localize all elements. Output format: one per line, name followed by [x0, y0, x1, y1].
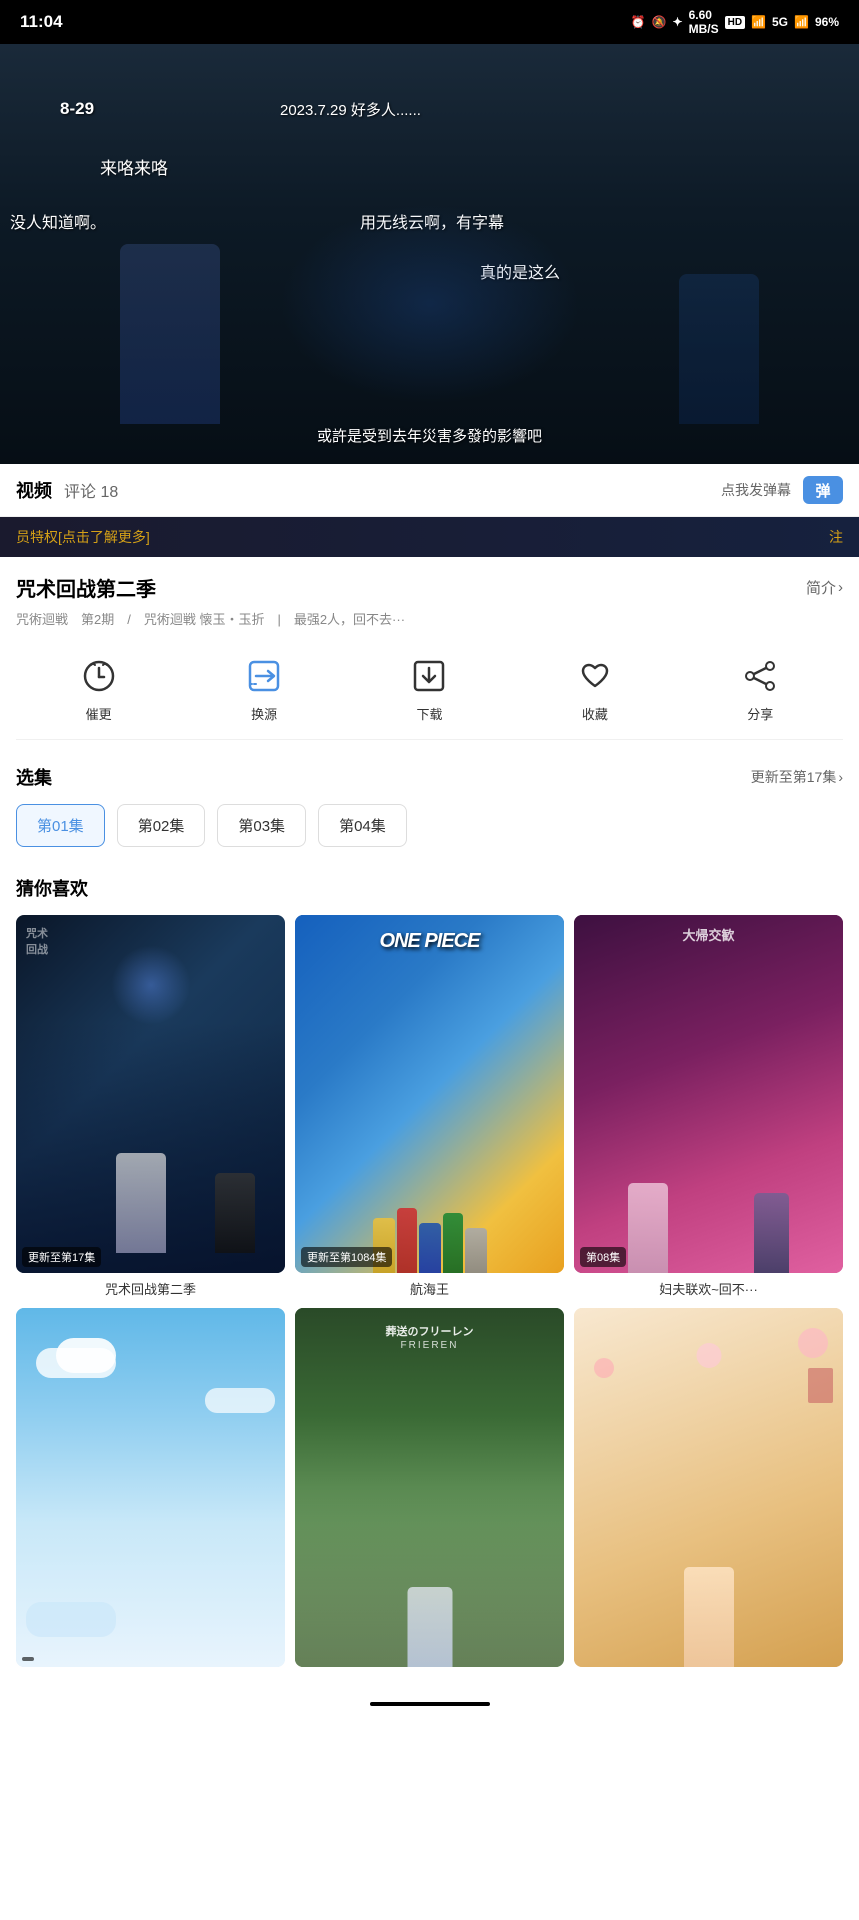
danmaku-icon[interactable]: 弹	[803, 476, 843, 504]
recommend-item-sky[interactable]	[16, 1308, 285, 1673]
episode-section: 选集 更新至第17集 › 第01集 第02集 第03集 第04集	[0, 748, 859, 867]
switch-source-icon	[242, 654, 286, 698]
recommend-item-onepiece[interactable]: ONE PIECE 更新至第1084集 航海王	[295, 915, 564, 1299]
collect-icon	[573, 654, 617, 698]
member-banner-right: 注	[829, 527, 843, 547]
wifi-icon: 📶	[751, 15, 766, 29]
collect-button[interactable]: 收藏	[573, 654, 617, 723]
onepiece-badge: 更新至第1084集	[301, 1247, 392, 1267]
jujutsu-badge: 更新至第17集	[22, 1247, 101, 1267]
collect-label: 收藏	[582, 704, 608, 723]
signal-bars-icon: 📶	[794, 15, 809, 29]
video-subtitle: 或許是受到去年災害多發的影響吧	[0, 425, 859, 446]
share-button[interactable]: 分享	[738, 654, 782, 723]
hd-badge: HD	[725, 16, 745, 29]
status-icons: ⏰ 🔕 ✦ 6.60MB/S HD 📶 5G 📶 96%	[631, 8, 839, 36]
episode-02-button[interactable]: 第02集	[117, 804, 206, 847]
recommend-section: 猜你喜欢 咒术回战 更新至第17集 咒术回战第二季	[0, 867, 859, 1689]
sky-badge	[22, 1657, 34, 1661]
bottom-bar	[0, 1689, 859, 1719]
episode-01-button[interactable]: 第01集	[16, 804, 105, 847]
recommend-thumb-anime4	[574, 1308, 843, 1667]
episode-list: 第01集 第02集 第03集 第04集	[16, 804, 843, 851]
switch-source-button[interactable]: 换源	[242, 654, 286, 723]
fufu-name: 妇夫联欢~回不···	[574, 1279, 843, 1298]
signal-5g-icon: 5G	[772, 15, 788, 29]
video-tabs-bar: 视频 评论 18 点我发弹幕 弹	[0, 464, 859, 517]
danmaku-item: 8-29	[60, 99, 94, 119]
remind-button[interactable]: 催更	[77, 654, 121, 723]
switch-source-label: 换源	[251, 704, 277, 723]
episode-title: 选集	[16, 764, 52, 790]
recommend-thumb-jujutsu: 咒术回战 更新至第17集	[16, 915, 285, 1274]
recommend-item-anime4[interactable]	[574, 1308, 843, 1673]
download-icon	[407, 654, 451, 698]
bluetooth-icon: ✦	[673, 15, 683, 29]
home-indicator	[370, 1702, 490, 1706]
jujutsu-name: 咒术回战第二季	[16, 1279, 285, 1298]
recommend-title: 猜你喜欢	[16, 875, 843, 901]
status-bar: 11:04 ⏰ 🔕 ✦ 6.60MB/S HD 📶 5G 📶 96%	[0, 0, 859, 44]
remind-label: 催更	[86, 704, 112, 723]
intro-link[interactable]: 简介 ›	[806, 577, 843, 598]
recommend-thumb-sky	[16, 1308, 285, 1667]
danmaku-item: 2023.7.29 好多人......	[280, 99, 421, 120]
share-label: 分享	[747, 704, 773, 723]
episode-04-button[interactable]: 第04集	[318, 804, 407, 847]
anime-title-row: 咒术回战第二季 简介 ›	[16, 573, 843, 602]
download-button[interactable]: 下载	[407, 654, 451, 723]
bell-mute-icon: 🔕	[652, 15, 667, 29]
chevron-right-icon: ›	[838, 769, 843, 785]
anime-info-section: 咒术回战第二季 简介 › 咒術迴戦 第2期 / 咒術迴戦 懐玉・玉折 | 最强2…	[0, 557, 859, 748]
tab-video[interactable]: 视频	[16, 477, 52, 503]
episode-03-button[interactable]: 第03集	[217, 804, 306, 847]
onepiece-name: 航海王	[295, 1279, 564, 1298]
share-icon	[738, 654, 782, 698]
danmaku-overlay: 8-29 2023.7.29 好多人...... 来咯来咯 没人知道啊。 用无线…	[0, 44, 859, 464]
anime-tags: 咒術迴戦 第2期 / 咒術迴戦 懐玉・玉折 | 最强2人，回不去···	[16, 610, 843, 630]
recommend-thumb-frieren: 葬送のフリーレン FRIEREN	[295, 1308, 564, 1667]
recommend-item-frieren[interactable]: 葬送のフリーレン FRIEREN	[295, 1308, 564, 1673]
action-buttons: 催更 换源 下载	[16, 646, 843, 740]
recommend-item-jujutsu[interactable]: 咒术回战 更新至第17集 咒术回战第二季	[16, 915, 285, 1299]
chevron-right-icon: ›	[838, 579, 843, 596]
danmaku-item: 来咯来咯	[100, 154, 168, 179]
episode-header: 选集 更新至第17集 ›	[16, 764, 843, 790]
status-time: 11:04	[20, 12, 63, 32]
download-label: 下载	[416, 704, 442, 723]
member-banner[interactable]: 员特权[点击了解更多] 注	[0, 517, 859, 557]
danmaku-item: 没人知道啊。	[10, 209, 106, 233]
fufu-badge: 第08集	[580, 1247, 626, 1267]
alarm-icon: ⏰	[631, 15, 646, 29]
tab-comment[interactable]: 评论 18	[64, 478, 118, 502]
recommend-item-fufu[interactable]: 大帰交歓 第08集 妇夫联欢~回不···	[574, 915, 843, 1299]
recommend-thumb-fufu: 大帰交歓 第08集	[574, 915, 843, 1274]
recommend-grid: 咒术回战 更新至第17集 咒术回战第二季 ONE PIECE	[16, 915, 843, 1673]
member-banner-left[interactable]: 员特权[点击了解更多]	[16, 527, 150, 547]
remind-icon	[77, 654, 121, 698]
anime-title: 咒术回战第二季	[16, 573, 156, 602]
video-player[interactable]: 8-29 2023.7.29 好多人...... 来咯来咯 没人知道啊。 用无线…	[0, 44, 859, 464]
speed-text: 6.60MB/S	[689, 8, 719, 36]
battery-text: 96%	[815, 15, 839, 29]
danmaku-send-button[interactable]: 点我发弹幕	[721, 480, 791, 500]
recommend-thumb-onepiece: ONE PIECE 更新至第1084集	[295, 915, 564, 1274]
episode-update[interactable]: 更新至第17集 ›	[751, 767, 843, 787]
